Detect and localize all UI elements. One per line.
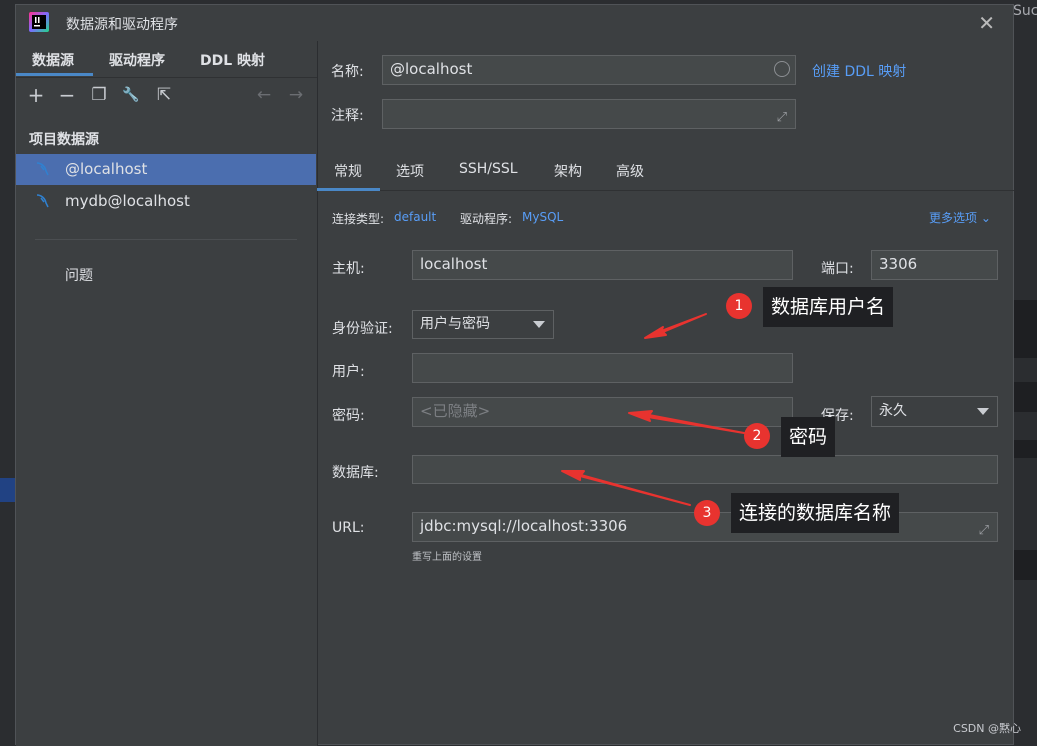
wrench-icon[interactable]: 🔧 [120, 84, 142, 106]
data-sources-dialog: 数据源和驱动程序 ✕ 数据源 驱动程序 DDL 映射 + − ❐ 🔧 ⇱ ← →… [15, 4, 1014, 746]
tab-ddl-mappings[interactable]: DDL 映射 [200, 50, 265, 70]
background-selection [0, 478, 15, 502]
datasource-item-label: mydb@localhost [65, 192, 190, 210]
background-left [0, 0, 15, 745]
tabs-divider [317, 190, 1014, 191]
background-block [1014, 300, 1037, 358]
driver-link[interactable]: MySQL [522, 210, 563, 224]
auth-select[interactable]: 用户与密码 [412, 310, 554, 339]
password-label: 密码: [332, 408, 365, 424]
annotation-note-3: 连接的数据库名称 [731, 493, 900, 533]
mysql-dolphin-icon [36, 194, 49, 208]
database-input[interactable] [412, 455, 998, 484]
annotation-note-2: 密码 [781, 417, 836, 457]
password-placeholder: <已隐藏> [420, 402, 491, 420]
tab-advanced[interactable]: 高级 [616, 161, 644, 181]
auth-select-value: 用户与密码 [420, 316, 490, 332]
auth-label: 身份验证: [332, 321, 393, 337]
jump-to-icon[interactable]: ⇱ [153, 84, 175, 106]
comment-label: 注释: [331, 108, 364, 124]
dialog-title: 数据源和驱动程序 [66, 17, 178, 33]
background-block [1014, 382, 1037, 412]
tab-options[interactable]: 选项 [396, 161, 424, 181]
connection-type-label: 连接类型: [332, 212, 385, 226]
save-select[interactable]: 永久 [871, 396, 998, 427]
left-tabs: 数据源 驱动程序 DDL 映射 [16, 41, 317, 78]
background-right [1014, 0, 1037, 745]
copy-icon[interactable]: ❐ [88, 84, 110, 106]
connection-type-link[interactable]: default [394, 210, 436, 224]
datasource-item-label: @localhost [65, 160, 148, 178]
background-block [1014, 440, 1037, 458]
active-tab-indicator [317, 188, 380, 191]
title-bar: 数据源和驱动程序 ✕ [16, 5, 1013, 41]
annotation-badge-3: 3 [694, 500, 720, 526]
left-toolbar: + − ❐ 🔧 ⇱ ← → [16, 84, 317, 112]
port-label: 端口: [821, 261, 854, 277]
url-input-value: jdbc:mysql://localhost:3306 [420, 517, 628, 535]
annotation-badge-2: 2 [744, 423, 770, 449]
save-select-value: 永久 [879, 403, 907, 419]
comment-input[interactable]: ⤢ [382, 99, 796, 129]
background-text: Suc [1013, 3, 1037, 19]
chevron-down-icon: ⌄ [980, 211, 991, 225]
connection-tabs: 常规 选项 SSH/SSL 架构 高级 [317, 151, 1014, 191]
remove-icon[interactable]: − [56, 84, 78, 106]
background-block [1014, 550, 1037, 580]
mysql-dolphin-icon [36, 162, 49, 176]
dropdown-arrow-icon [533, 321, 545, 328]
watermark: CSDN @黙心 [953, 722, 1021, 735]
app-logo-icon [29, 12, 49, 32]
color-circle-icon[interactable] [774, 61, 790, 77]
tab-ssh-ssl[interactable]: SSH/SSL [459, 161, 518, 177]
host-input[interactable]: localhost [412, 250, 793, 280]
more-options-label: 更多选项 [929, 211, 978, 225]
annotation-note-1: 数据库用户名 [763, 287, 894, 327]
port-input[interactable]: 3306 [871, 250, 998, 280]
password-input[interactable]: <已隐藏> [412, 397, 793, 427]
expand-icon[interactable]: ⤢ [777, 104, 787, 131]
datasource-item-localhost[interactable]: @localhost [16, 154, 316, 185]
active-tab-indicator [16, 73, 93, 76]
tab-general[interactable]: 常规 [334, 161, 362, 181]
name-label: 名称: [331, 64, 364, 80]
user-label: 用户: [332, 364, 365, 380]
tab-schemas[interactable]: 架构 [554, 161, 582, 181]
add-icon[interactable]: + [25, 84, 47, 106]
url-hint: 重写上面的设置 [412, 552, 482, 563]
create-ddl-mapping-link[interactable]: 创建 DDL 映射 [812, 61, 906, 81]
tab-data-sources[interactable]: 数据源 [32, 50, 74, 70]
datasource-item-mydb[interactable]: mydb@localhost [16, 186, 316, 217]
forward-arrow-icon[interactable]: → [285, 84, 307, 106]
back-arrow-icon[interactable]: ← [253, 84, 275, 106]
database-label: 数据库: [332, 465, 379, 481]
driver-label: 驱动程序: [460, 212, 513, 226]
name-input-value: @localhost [390, 60, 473, 78]
url-label: URL: [332, 520, 365, 536]
dropdown-arrow-icon [977, 408, 989, 415]
section-title: 项目数据源 [29, 132, 99, 148]
right-panel: 名称: @localhost 创建 DDL 映射 注释: ⤢ 常规 选项 SSH… [317, 41, 1014, 746]
name-input[interactable]: @localhost [382, 55, 796, 85]
left-panel: 数据源 驱动程序 DDL 映射 + − ❐ 🔧 ⇱ ← → 项目数据源 @loc… [16, 41, 318, 746]
user-input[interactable] [412, 353, 793, 383]
annotation-badge-1: 1 [726, 293, 752, 319]
problems-item[interactable]: 问题 [65, 265, 93, 285]
host-label: 主机: [332, 261, 365, 277]
close-button[interactable]: ✕ [978, 11, 995, 35]
expand-icon[interactable]: ⤢ [979, 517, 989, 544]
divider [35, 239, 297, 240]
more-options-link[interactable]: 更多选项 ⌄ [929, 209, 991, 226]
tab-drivers[interactable]: 驱动程序 [109, 50, 165, 70]
